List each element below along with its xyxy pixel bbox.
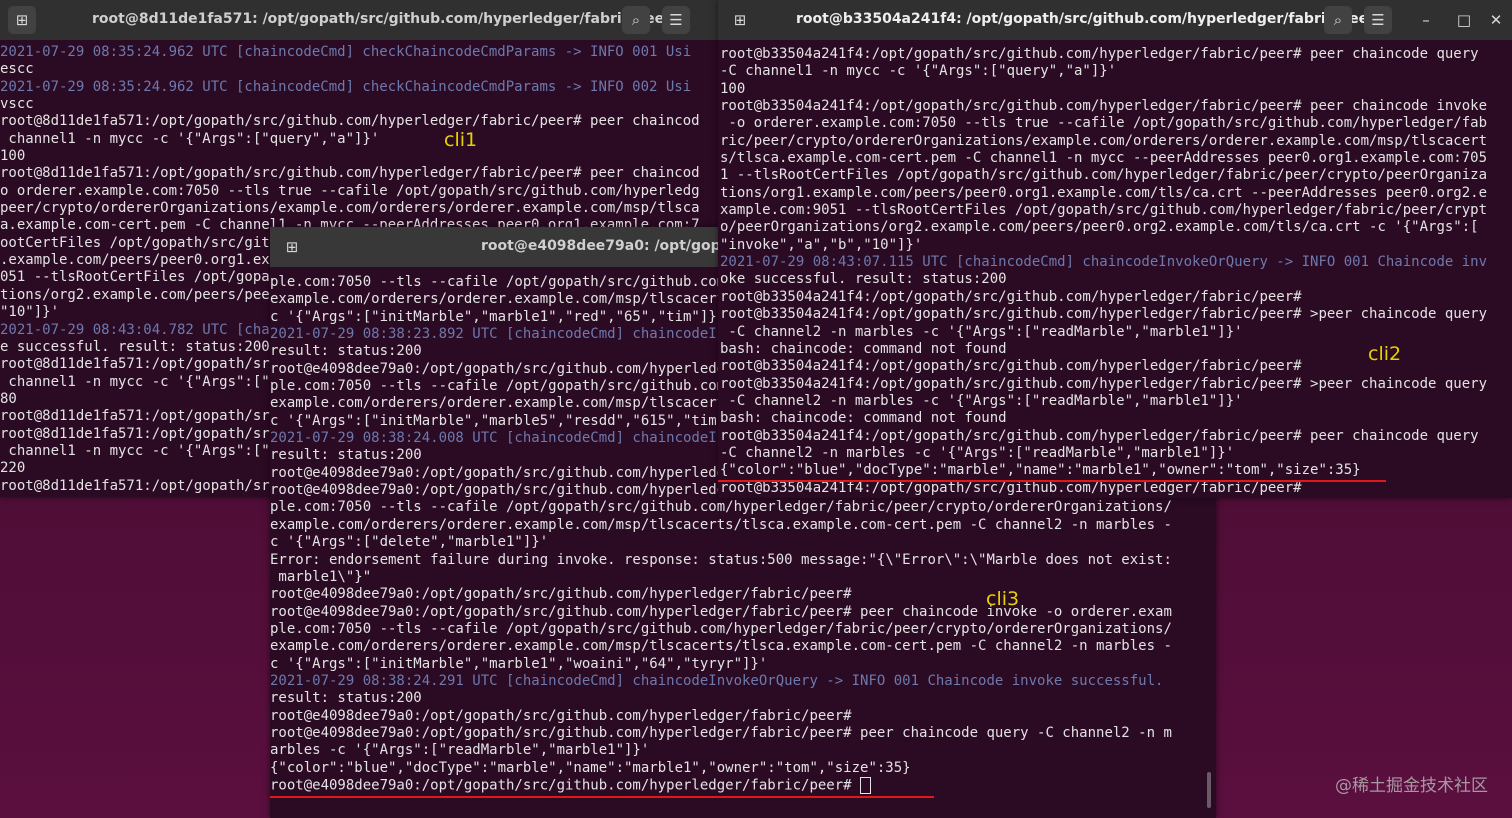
- terminal-line: root@b33504a241f4:/opt/gopath/src/github…: [720, 98, 1488, 115]
- terminal-line: example.com/orderers/orderer.example.com…: [270, 516, 1172, 533]
- new-tab-icon[interactable]: ⊞: [8, 6, 36, 34]
- window-title-cli1: root@8d11de1fa571: /opt/gopath/src/githu…: [92, 11, 672, 27]
- terminal-line: peer/crypto/ordererOrganizations/example…: [0, 200, 700, 217]
- terminal-line: root@e4098dee79a0:/opt/gopath/src/github…: [270, 586, 861, 603]
- terminal-line: 100: [720, 80, 746, 97]
- terminal-line: root@b33504a241f4:/opt/gopath/src/github…: [720, 375, 1488, 392]
- search-icon[interactable]: ⌕: [622, 6, 650, 34]
- terminal-line: Error: endorsement failure during invoke…: [270, 551, 1172, 568]
- annotation-cli2: cli2: [1368, 343, 1402, 365]
- terminal-line: 1 --tlsRootCertFiles /opt/gopath/src/git…: [720, 167, 1488, 184]
- terminal-line: o/peerOrganizations/org2.example.com/pee…: [720, 219, 1479, 236]
- terminal-line: bash: chaincode: command not found: [720, 410, 1007, 427]
- hamburger-menu-icon[interactable]: ☰: [662, 6, 690, 34]
- terminal-line: result: status:200: [270, 690, 422, 707]
- terminal-line: {"color":"blue","docType":"marble","name…: [720, 462, 1361, 479]
- terminal-line: vscc: [0, 96, 34, 113]
- terminal-line: channel1 -n mycc -c '{"Args":["query","a…: [0, 130, 380, 147]
- maximize-icon[interactable]: □: [1450, 6, 1478, 34]
- hamburger-menu-icon[interactable]: ☰: [1364, 6, 1392, 34]
- terminal-line: c '{"Args":["delete","marble1"]}': [270, 534, 549, 551]
- terminal-window-cli2: ⊞ root@b33504a241f4: /opt/gopath/src/git…: [718, 0, 1512, 498]
- terminal-line: o orderer.example.com:7050 --tls true --…: [0, 182, 700, 199]
- terminal-line: -C channel2 -n marbles -c '{"Args":["rea…: [720, 323, 1243, 340]
- titlebar-cli1: ⊞ root@8d11de1fa571: /opt/gopath/src/git…: [0, 0, 718, 40]
- close-icon[interactable]: ✕: [1482, 6, 1510, 34]
- terminal-line: root@b33504a241f4:/opt/gopath/src/github…: [720, 427, 1479, 444]
- terminal-line: {"color":"blue","docType":"marble","name…: [270, 759, 911, 776]
- terminal-line: ple.com:7050 --tls --cafile /opt/gopath/…: [270, 499, 1172, 516]
- terminal-line: 2021-07-29 08:35:24.962 UTC [chaincodeCm…: [0, 78, 692, 95]
- window-title-cli2: root@b33504a241f4: /opt/gopath/src/githu…: [796, 11, 1375, 27]
- terminal-line: ric/peer/crypto/ordererOrganizations/exa…: [720, 132, 1488, 149]
- terminal-line: marble1\"}": [270, 568, 372, 585]
- terminal-line: root@b33504a241f4:/opt/gopath/src/github…: [720, 306, 1488, 323]
- highlight-underline-cli3: [270, 796, 934, 798]
- terminal-line: root@8d11de1fa571:/opt/gopath/src/github…: [0, 165, 700, 182]
- annotation-cli1: cli1: [444, 129, 478, 151]
- terminal-line: root@e4098dee79a0:/opt/gopath/src/github…: [270, 603, 1172, 620]
- minimize-icon[interactable]: –: [1412, 6, 1440, 34]
- terminal-line: c '{"Args":["initMarble","marble1","woai…: [270, 655, 768, 672]
- terminal-line: -o orderer.example.com:7050 --tls true -…: [720, 115, 1488, 132]
- scrollbar[interactable]: [1207, 772, 1211, 808]
- terminal-line: root@b33504a241f4:/opt/gopath/src/github…: [720, 46, 1479, 62]
- terminal-line: root@e4098dee79a0:/opt/gopath/src/github…: [270, 724, 1172, 741]
- terminal-output-cli2[interactable]: root@b33504a241f4:/opt/gopath/src/github…: [720, 46, 1512, 498]
- terminal-line: 2021-07-29 08:43:07.115 UTC [chaincodeCm…: [720, 254, 1488, 271]
- terminal-line: example.com/orderers/orderer.example.com…: [270, 638, 1172, 655]
- terminal-line: xample.com:9051 --tlsRootCertFiles /opt/…: [720, 202, 1488, 219]
- terminal-line: -C channel1 -n mycc -c '{"Args":["query"…: [720, 63, 1117, 80]
- terminal-line: arbles -c '{"Args":["readMarble","marble…: [270, 742, 650, 759]
- terminal-line: "invoke","a","b","10"]}': [720, 236, 923, 253]
- terminal-line: tions/org1.example.com/peers/peer0.org1.…: [720, 184, 1488, 201]
- watermark: @稀土掘金技术社区: [1335, 776, 1488, 796]
- search-icon[interactable]: ⌕: [1324, 6, 1352, 34]
- titlebar-cli2: ⊞ root@b33504a241f4: /opt/gopath/src/git…: [718, 0, 1512, 40]
- new-tab-icon[interactable]: ⊞: [278, 233, 306, 261]
- cursor-block: [860, 776, 872, 794]
- terminal-line: 2021-07-29 08:38:24.291 UTC [chaincodeCm…: [270, 672, 1164, 689]
- terminal-line: root@e4098dee79a0:/opt/gopath/src/github…: [270, 776, 1216, 794]
- new-tab-icon[interactable]: ⊞: [726, 6, 754, 34]
- highlight-underline-cli2: [718, 480, 1386, 482]
- terminal-line: oke successful. result: status:200: [720, 271, 1007, 288]
- terminal-line: s/tlsca.example.com-cert.pem -C channel1…: [720, 150, 1488, 167]
- terminal-line: -C channel2 -n marbles -c '{"Args":["rea…: [720, 392, 1243, 409]
- annotation-cli3: cli3: [986, 588, 1020, 610]
- terminal-line: root@e4098dee79a0:/opt/gopath/src/github…: [270, 707, 861, 724]
- terminal-line: root@8d11de1fa571:/opt/gopath/src/github…: [0, 113, 700, 130]
- terminal-line: 100: [0, 148, 26, 165]
- terminal-line: 2021-07-29 08:35:24.962 UTC [chaincodeCm…: [0, 44, 692, 60]
- window-title-cli3: root@e4098dee79a0: /opt/gopath: [481, 238, 747, 254]
- terminal-line: -C channel2 -n marbles -c '{"Args":["rea…: [720, 444, 1235, 461]
- terminal-line: root@b33504a241f4:/opt/gopath/src/github…: [720, 479, 1311, 496]
- terminal-line: ple.com:7050 --tls --cafile /opt/gopath/…: [270, 620, 1172, 637]
- terminal-line: escc: [0, 61, 34, 78]
- terminal-line: root@b33504a241f4:/opt/gopath/src/github…: [720, 288, 1311, 305]
